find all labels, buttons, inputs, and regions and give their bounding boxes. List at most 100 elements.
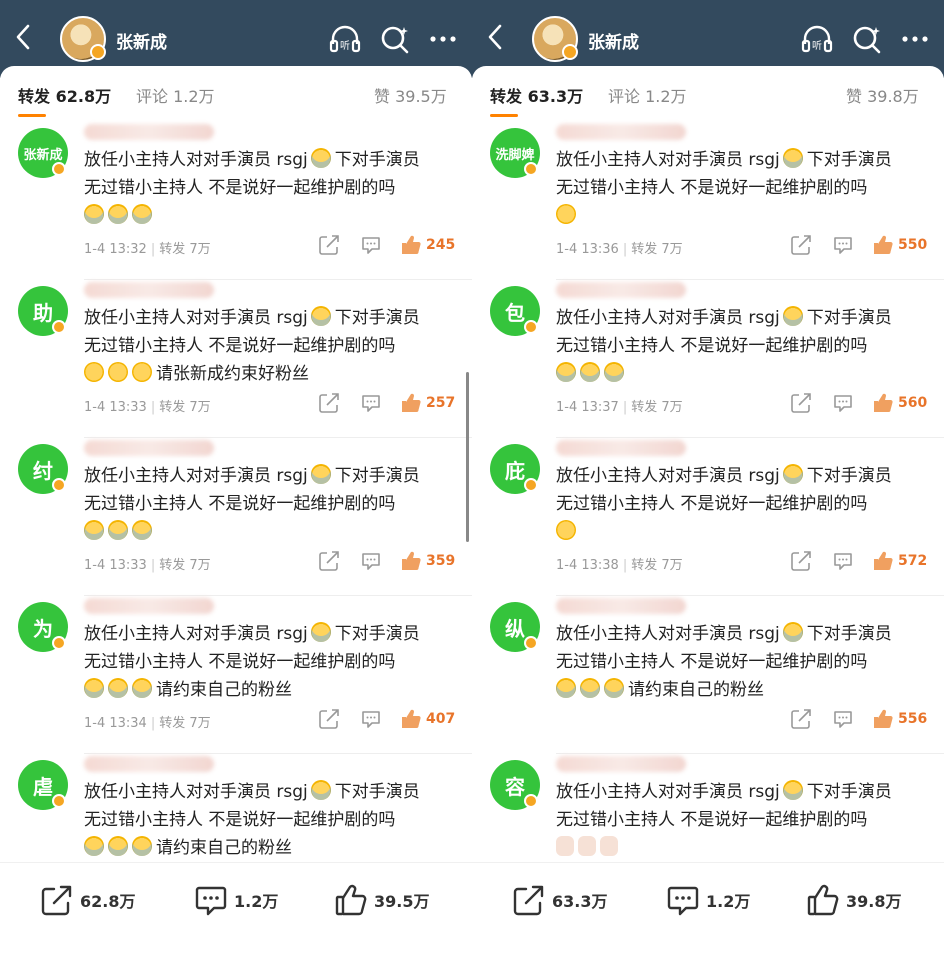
comment-icon[interactable] — [832, 234, 854, 256]
avatar-text: 容 — [505, 774, 525, 799]
verified-badge-icon — [524, 162, 538, 176]
repost-text-line2: 无过错小主持人 不是说好一起维护剧的吗 — [556, 178, 868, 198]
repost-count: 转发 7万 — [631, 400, 683, 415]
back-arrow-icon[interactable] — [484, 22, 508, 52]
cry-emoji-icon — [782, 622, 803, 642]
bottom-comment-count: 1.2万 — [706, 892, 751, 911]
like-icon[interactable] — [400, 708, 422, 730]
forward-icon[interactable] — [318, 234, 340, 256]
repost-item[interactable]: 洗脚婢 放任小主持人对对手演员 rsgj 下对手演员 无过错小主持人 不是说好一起… — [472, 122, 944, 280]
tab-comment-count: 1.2万 — [173, 87, 215, 106]
headphones-listen-icon[interactable]: 听 — [800, 22, 834, 56]
user-name[interactable]: 张新成 — [116, 28, 167, 53]
blurred-username — [84, 282, 214, 298]
comment-icon[interactable] — [360, 392, 382, 414]
clap-emoji-icon — [578, 836, 596, 856]
bottom-like-button[interactable]: 39.5万 — [334, 883, 429, 917]
search-icon[interactable] — [850, 22, 884, 56]
more-icon[interactable] — [426, 22, 460, 56]
comment-icon[interactable] — [360, 550, 382, 572]
repost-text-line1: 放任小主持人对对手演员 rsgj — [84, 624, 308, 644]
headphones-listen-icon[interactable]: 听 — [328, 22, 362, 56]
blurred-username — [556, 756, 686, 772]
bottom-action-bar: 63.3万 1.2万 39.8万 — [472, 862, 944, 970]
verified-badge-icon — [524, 478, 538, 492]
search-icon[interactable] — [378, 22, 412, 56]
avatar-text: 纵 — [505, 616, 525, 641]
tab-repost[interactable]: 转发 62.8万 — [18, 83, 111, 107]
forward-icon[interactable] — [318, 708, 340, 730]
like-count: 359 — [426, 553, 456, 569]
cry-emoji-icon — [108, 520, 128, 540]
like-icon[interactable] — [872, 392, 894, 414]
svg-text:听: 听 — [812, 40, 822, 52]
repost-text-line1: 放任小主持人对对手演员 rsgj — [556, 308, 780, 328]
back-arrow-icon[interactable] — [12, 22, 36, 52]
repost-item[interactable]: 纣 放任小主持人对对手演员 rsgj 下对手演员 无过错小主持人 不是说好一起维护… — [0, 438, 472, 596]
repost-text-line1b: 下对手演员 — [806, 150, 892, 170]
like-icon[interactable] — [400, 234, 422, 256]
tab-comment-count: 1.2万 — [645, 87, 687, 106]
cry-emoji-icon — [84, 204, 104, 224]
forward-icon[interactable] — [318, 392, 340, 414]
repost-item[interactable]: 庇 放任小主持人对对手演员 rsgj 下对手演员 无过错小主持人 不是说好一起维护… — [472, 438, 944, 596]
cry-emoji-icon — [108, 836, 128, 856]
bottom-like-button[interactable]: 39.8万 — [806, 883, 901, 917]
repost-time: 1-4 13:33 — [84, 558, 147, 573]
cry-emoji-icon — [132, 204, 152, 224]
like-icon[interactable] — [872, 708, 894, 730]
comment-icon[interactable] — [360, 708, 382, 730]
repost-item[interactable]: 纵 放任小主持人对对手演员 rsgj 下对手演员 无过错小主持人 不是说好一起维护… — [472, 596, 944, 754]
cry-emoji-icon — [604, 362, 624, 382]
svg-text:听: 听 — [340, 40, 350, 52]
forward-icon[interactable] — [318, 550, 340, 572]
tab-repost[interactable]: 转发 63.3万 — [490, 83, 583, 107]
comment-icon[interactable] — [832, 550, 854, 572]
comment-icon[interactable] — [360, 234, 382, 256]
user-name[interactable]: 张新成 — [588, 28, 639, 53]
tab-like[interactable]: 赞 39.8万 — [846, 83, 919, 107]
verified-badge-icon — [52, 794, 66, 808]
bottom-repost-button[interactable]: 63.3万 — [512, 883, 607, 917]
cry-emoji-icon — [132, 678, 152, 698]
clap-emoji-icon — [556, 836, 574, 856]
bottom-comment-button[interactable]: 1.2万 — [194, 883, 278, 917]
tab-bar: 转发 62.8万 评论 1.2万 赞 39.5万 — [0, 66, 472, 122]
repost-item[interactable]: 为 放任小主持人对对手演员 rsgj 下对手演员 无过错小主持人 不是说好一起维护… — [0, 596, 472, 754]
repost-item[interactable]: 助 放任小主持人对对手演员 rsgj 下对手演员 无过错小主持人 不是说好一起维护… — [0, 280, 472, 438]
tab-active-indicator — [18, 114, 46, 117]
repost-text-line1b: 下对手演员 — [806, 308, 892, 328]
forward-icon[interactable] — [790, 234, 812, 256]
more-icon[interactable] — [898, 22, 932, 56]
forward-icon[interactable] — [790, 550, 812, 572]
blurred-username — [84, 124, 214, 140]
forward-icon[interactable] — [790, 392, 812, 414]
comment-icon[interactable] — [832, 392, 854, 414]
tab-like-count: 39.8万 — [867, 87, 919, 106]
scrollbar[interactable] — [466, 372, 469, 542]
repost-item[interactable]: 张新成 放任小主持人对对手演员 rsgj 下对手演员 无过错小主持人 不是说好一起… — [0, 122, 472, 280]
like-icon[interactable] — [400, 550, 422, 572]
bottom-like-count: 39.5万 — [374, 892, 430, 911]
tab-comment[interactable]: 评论 1.2万 — [136, 83, 215, 107]
like-icon[interactable] — [872, 234, 894, 256]
like-icon[interactable] — [872, 550, 894, 572]
like-icon[interactable] — [400, 392, 422, 414]
repost-text-line1: 放任小主持人对对手演员 rsgj — [556, 624, 780, 644]
verified-badge-icon — [562, 44, 578, 60]
repost-item[interactable]: 包 放任小主持人对对手演员 rsgj 下对手演员 无过错小主持人 不是说好一起维护… — [472, 280, 944, 438]
repost-text-line1: 放任小主持人对对手演员 rsgj — [84, 782, 308, 802]
comment-icon[interactable] — [832, 708, 854, 730]
forward-icon[interactable] — [790, 708, 812, 730]
panel-left: 张新成 听 转发 62.8万 评论 1.2万 赞 39.5万 张新成 放任小主持… — [0, 0, 472, 970]
bottom-comment-button[interactable]: 1.2万 — [666, 883, 750, 917]
tab-comment[interactable]: 评论 1.2万 — [608, 83, 687, 107]
cry-emoji-icon — [556, 362, 576, 382]
repost-text-line2: 无过错小主持人 不是说好一起维护剧的吗 — [556, 336, 868, 356]
repost-text-line1b: 下对手演员 — [334, 624, 420, 644]
repost-text: 放任小主持人对对手演员 rsgj 下对手演员 无过错小主持人 不是说好一起维护剧的… — [556, 462, 931, 546]
cry-emoji-icon — [84, 520, 104, 540]
repost-text-line2: 无过错小主持人 不是说好一起维护剧的吗 — [556, 494, 868, 514]
tab-like[interactable]: 赞 39.5万 — [374, 83, 447, 107]
bottom-repost-button[interactable]: 62.8万 — [40, 883, 135, 917]
